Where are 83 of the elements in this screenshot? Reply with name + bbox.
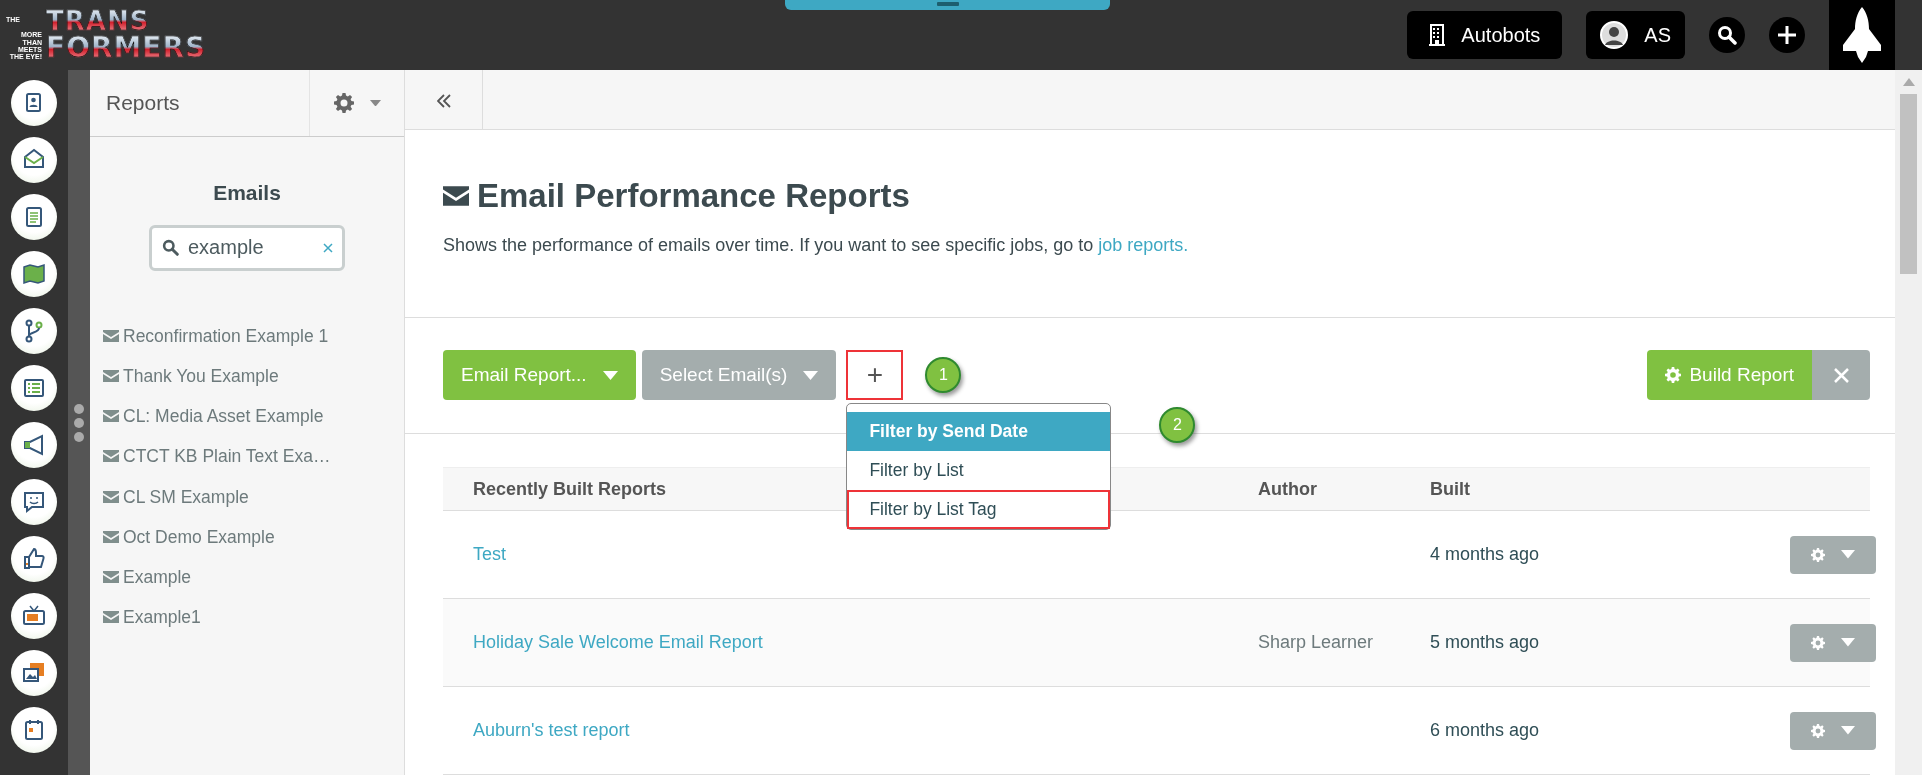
caret-icon [1841, 638, 1855, 647]
section-heading: Emails [213, 181, 281, 204]
column-header: Author [1258, 478, 1317, 499]
built-time: 6 months ago [1430, 720, 1540, 740]
built-time: 5 months ago [1430, 632, 1540, 652]
email-link[interactable]: Thank You Example [103, 362, 404, 389]
menu-item[interactable]: Filter by List Tag [847, 490, 1111, 529]
dropdown-button[interactable]: Select Email(s) [641, 350, 837, 400]
gear-icon [1665, 367, 1682, 383]
avatar-icon [1600, 21, 1629, 49]
plus-icon [1777, 25, 1797, 45]
envelope-icon [103, 571, 119, 584]
envelope-icon [443, 186, 469, 207]
close-icon [1833, 367, 1849, 383]
email-link[interactable]: CL SM Example [103, 483, 404, 510]
step-callout: 2 [1159, 407, 1196, 443]
dropdown-button[interactable]: Email Report... [443, 350, 636, 400]
email-link[interactable]: Example1 [103, 604, 404, 631]
branch-button[interactable] [11, 308, 57, 354]
scrollbar[interactable] [1895, 70, 1922, 775]
scroll-thumb[interactable] [1900, 94, 1917, 274]
build-report-button[interactable]: Build Report [1647, 350, 1812, 400]
search-icon [162, 238, 179, 256]
search-field[interactable]: example [149, 224, 345, 271]
search-icon [1717, 25, 1737, 45]
user-button[interactable]: AS [1586, 11, 1685, 59]
gear-icon [1811, 635, 1825, 650]
handle-icon [936, 0, 959, 8]
gear-icon [1811, 547, 1825, 562]
contact-book-button[interactable] [11, 80, 57, 126]
scroll-up-icon [1902, 78, 1915, 86]
add-filter-button[interactable]: + [846, 350, 904, 400]
column-header: Built [1430, 478, 1470, 499]
column-header: Recently Built Reports [473, 478, 667, 499]
account-button[interactable]: Autobots [1407, 11, 1563, 59]
add-button[interactable] [1769, 17, 1805, 53]
envelope-icon [103, 410, 119, 423]
menu-item[interactable]: Filter by Send Date [847, 412, 1111, 451]
thumbs-up-button[interactable] [11, 536, 57, 582]
clear-icon[interactable] [323, 242, 333, 253]
image-button[interactable] [11, 650, 57, 696]
resize-handle[interactable] [68, 70, 90, 775]
report-link[interactable]: Test [473, 544, 506, 564]
speech-bubble-button[interactable] [11, 479, 57, 525]
report-link[interactable]: Holiday Sale Welcome Email Report [473, 632, 763, 652]
map-button[interactable] [11, 251, 57, 297]
email-link[interactable]: CL: Media Asset Example [103, 403, 404, 430]
step-callout: 1 [925, 357, 962, 393]
page-title: Email Performance Reports [477, 176, 910, 216]
caret-icon [1841, 726, 1855, 735]
envelope-icon [103, 450, 119, 463]
double-chevron-icon [436, 94, 451, 109]
envelope-icon [103, 611, 119, 624]
author-text: Sharp Learner [1258, 632, 1374, 652]
caret-icon [1841, 550, 1855, 559]
envelope-icon [103, 369, 119, 382]
clipboard-button[interactable] [11, 194, 57, 240]
email-link[interactable]: Reconfirmation Example 1 [103, 322, 404, 349]
envelope-icon [103, 530, 119, 543]
caret-icon [803, 370, 819, 380]
email-link[interactable]: CTCT KB Plain Text Exa… [103, 443, 404, 470]
tv-button[interactable] [11, 593, 57, 639]
report-link[interactable]: Auburn's test report [473, 720, 630, 740]
sidebar-title: Reports [106, 90, 180, 117]
caret-icon [369, 99, 381, 107]
search-button[interactable] [1709, 17, 1745, 53]
caret-icon [602, 370, 618, 380]
description-text: Shows the performance of emails over time. If you want to see specific jobs, go to job reports. [443, 234, 1190, 257]
megaphone-button[interactable] [11, 422, 57, 468]
job-reports-link[interactable]: job reports. [1098, 235, 1189, 255]
calendar-button[interactable] [11, 707, 57, 753]
gear-icon [1811, 723, 1825, 738]
built-time: 4 months ago [1430, 544, 1540, 564]
email-link[interactable]: Example [103, 564, 404, 591]
email-link[interactable]: Oct Demo Example [103, 523, 404, 550]
list-button[interactable] [11, 365, 57, 411]
building-icon [1429, 24, 1446, 46]
gear-icon [333, 93, 354, 113]
envelope-icon [103, 329, 119, 342]
pull-tab[interactable] [785, 0, 1110, 10]
envelope-button[interactable] [11, 137, 57, 183]
space-shuttle-icon[interactable] [1842, 7, 1882, 63]
envelope-icon [103, 490, 119, 503]
